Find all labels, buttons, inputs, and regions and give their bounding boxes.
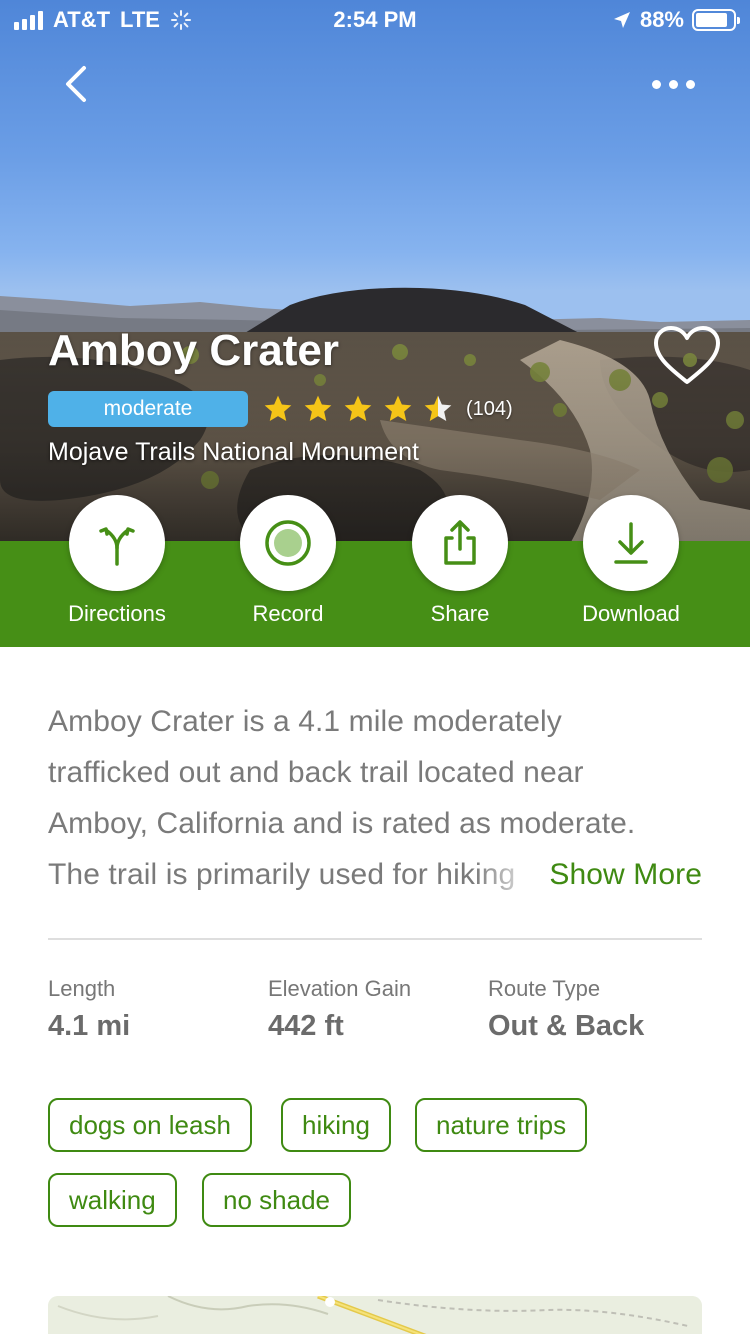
favorite-button[interactable] [652, 324, 722, 388]
star-icon [264, 395, 292, 421]
desert-crater-photo [0, 287, 750, 560]
star-icon [304, 395, 332, 421]
record-circle[interactable] [240, 495, 336, 591]
trail-map-preview[interactable] [48, 1296, 702, 1334]
action-label: Record [252, 601, 324, 626]
more-dot-icon [651, 79, 661, 89]
status-bar: AT&T LTE 2:54 PM 88% [0, 0, 750, 40]
star-icon [384, 395, 412, 421]
tag-chip[interactable]: dogs on leash [48, 1098, 252, 1152]
battery-icon [692, 9, 740, 31]
more-dot-icon [685, 79, 695, 89]
action-label: Share [430, 601, 490, 626]
half-star-icon [424, 395, 452, 421]
share-circle[interactable] [412, 495, 508, 591]
download-icon [614, 522, 648, 564]
stat-length: Length 4.1 mi [48, 976, 130, 1043]
show-more-link[interactable]: Show More [549, 849, 702, 900]
location-arrow-icon [613, 12, 630, 28]
more-dot-icon [668, 79, 678, 89]
park-location[interactable]: Mojave Trails National Monument [48, 438, 419, 467]
back-button[interactable] [58, 62, 98, 106]
download-button[interactable]: Download [546, 495, 716, 627]
action-label: Download [582, 601, 680, 626]
record-button[interactable]: Record [203, 495, 373, 627]
record-icon [265, 520, 311, 566]
directions-icon [99, 527, 135, 566]
tag-chip[interactable]: walking [48, 1173, 177, 1227]
description-line: The trail is primarily used for hiking [48, 858, 516, 891]
trail-title: Amboy Crater [48, 326, 339, 375]
stat-label: Length [48, 976, 116, 1001]
tag-chip[interactable]: nature trips [415, 1098, 588, 1152]
description-line: Amboy Crater is a 4.1 mile moderately [48, 705, 562, 738]
tag-chip[interactable]: hiking [281, 1098, 391, 1152]
download-circle[interactable] [583, 495, 679, 591]
difficulty-badge: moderate [48, 391, 248, 427]
divider [48, 938, 702, 940]
stat-route-type: Route Type Out & Back [488, 976, 644, 1043]
description-last-line: The trail is primarily used for hiking S… [48, 849, 702, 900]
trail-hero-image: AT&T LTE 2:54 PM 88% Amboy Crater modera… [0, 0, 750, 560]
review-count[interactable]: (104) [466, 398, 513, 421]
stat-value: 442 ft [268, 1010, 344, 1042]
status-right: 88% [612, 7, 740, 33]
stat-label: Elevation Gain [268, 976, 412, 1001]
directions-circle[interactable] [69, 495, 165, 591]
share-icon [444, 520, 476, 565]
chevron-left-icon [66, 66, 86, 102]
stat-elevation-gain: Elevation Gain 442 ft [268, 976, 411, 1043]
stat-value: Out & Back [488, 1010, 645, 1042]
map-thumbnail [48, 1296, 702, 1334]
stat-value: 4.1 mi [48, 1010, 131, 1042]
battery-percentage: 88% [639, 7, 684, 32]
description-line: Amboy, California and is rated as modera… [48, 807, 636, 840]
tag-chip[interactable]: no shade [202, 1173, 351, 1227]
heart-icon [654, 326, 720, 384]
action-label: Directions [68, 601, 166, 626]
more-options-button[interactable] [642, 70, 704, 98]
rating-stars: (104) [262, 393, 513, 425]
directions-button[interactable]: Directions [32, 495, 202, 627]
stat-label: Route Type [488, 976, 601, 1001]
share-button[interactable]: Share [375, 495, 545, 627]
star-icon [344, 395, 372, 421]
trail-description: Amboy Crater is a 4.1 mile moderately tr… [48, 696, 708, 900]
description-line: trafficked out and back trail located ne… [48, 756, 584, 789]
